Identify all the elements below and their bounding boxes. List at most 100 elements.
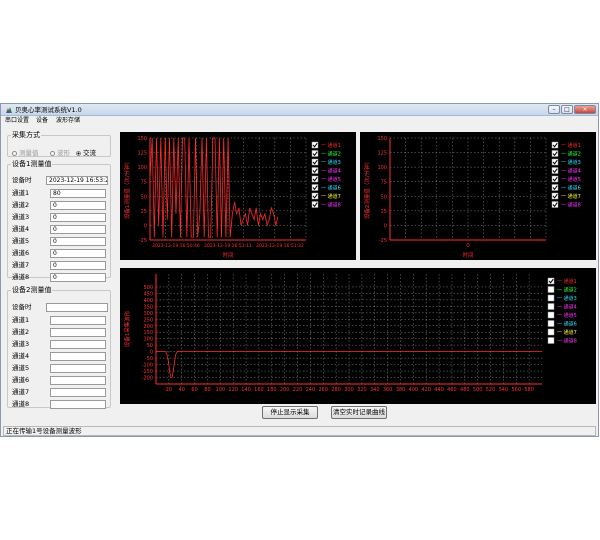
menu-waveform-storage[interactable]: 波形存储: [56, 116, 80, 125]
device1-channel-label: 通道5: [12, 237, 30, 245]
device2-channel-field[interactable]: [50, 316, 106, 325]
y-tick-label: 250: [143, 317, 153, 323]
legend-label: 一 通道6: [557, 321, 577, 328]
legend-label: 一 通道4: [561, 168, 581, 175]
stop-display-button[interactable]: 停止显示采集: [262, 406, 318, 419]
y-tick-label: 50: [147, 343, 153, 349]
x-tick-label: 540: [499, 387, 509, 393]
y-tick-label: 400: [143, 298, 153, 304]
title-bar: 贝奥心率测试系统V1.0 – □ ×: [1, 104, 598, 116]
device1-channel-field[interactable]: 0: [50, 261, 106, 270]
device1-channel-field[interactable]: 0: [50, 249, 106, 258]
y-tick-label: 300: [143, 311, 153, 317]
device2-channel-field[interactable]: [50, 376, 106, 385]
x-tick-label: 580: [524, 387, 534, 393]
x-tick-label: 80: [204, 387, 210, 393]
radio-waveform[interactable]: 波形: [50, 149, 70, 157]
device1-channel-field[interactable]: 0: [50, 213, 106, 222]
device2-channel-field[interactable]: [50, 400, 106, 409]
y-tick-label: -50: [145, 356, 153, 362]
device1-channel-field[interactable]: 0: [50, 273, 106, 282]
radio-measured-value[interactable]: 测量值: [12, 149, 39, 157]
x-tick-label: 180: [267, 387, 277, 393]
x-tick-label: 280: [331, 387, 341, 393]
close-button[interactable]: ×: [574, 105, 596, 114]
legend-label: 一 通道3: [321, 159, 341, 166]
device2-channel-label: 通道3: [12, 340, 30, 348]
y-tick-label: 75: [381, 180, 387, 186]
device2-channel-field[interactable]: [50, 388, 106, 397]
device1-channel-label: 通道3: [12, 213, 30, 221]
radio-dot-icon: [12, 150, 17, 156]
radio-ac[interactable]: 交流: [76, 149, 96, 157]
window-title: 贝奥心率测试系统V1.0: [15, 106, 82, 114]
y-tick-label: 25: [141, 209, 147, 215]
y-tick-label: 0: [144, 223, 147, 229]
x-tick-label: 200: [280, 387, 290, 393]
device1-channel-field[interactable]: 0: [50, 201, 106, 210]
device1-time-label: 设备时: [12, 176, 32, 184]
device1-channel-label: 通道4: [12, 225, 30, 233]
legend-checkbox: [547, 328, 555, 336]
x-tick-label: 440: [434, 387, 444, 393]
device2-channel-field[interactable]: [50, 352, 106, 361]
app-logo-icon: [6, 107, 12, 113]
device1-time-field[interactable]: 2023-12-19 16:53:24: [46, 176, 108, 185]
x-tick-label: 100: [216, 387, 226, 393]
y-tick-label: -200: [142, 376, 153, 382]
device1-channel-field[interactable]: 0: [50, 225, 106, 234]
x-tick-label: 40: [179, 387, 185, 393]
x-tick-label: 220: [293, 387, 303, 393]
menu-serial-settings[interactable]: 串口设置: [5, 116, 29, 125]
device2-channel-label: 通道2: [12, 328, 30, 336]
y-tick-label: -25: [379, 238, 387, 244]
legend-label: 一 通道1: [561, 142, 581, 149]
device2-channel-field[interactable]: [50, 328, 106, 337]
legend-checkbox: [547, 337, 555, 344]
device2-channel-label: 通道1: [12, 316, 30, 324]
clear-curves-button[interactable]: 清空实时记录曲线: [331, 406, 387, 419]
legend-label: 一 通道1: [557, 278, 577, 285]
device1-legend: 设备1测量值: [12, 160, 52, 168]
x-tick-label: 2023-12-19 16:51:32: [256, 243, 304, 249]
radio-dot-selected-icon: [76, 150, 81, 156]
x-tick-label: 240: [306, 387, 316, 393]
device1-waveform-chart[interactable]: -200-150-100-500501001502002503003504004…: [120, 268, 596, 404]
x-tick-label: 360: [383, 387, 393, 393]
app-window: 贝奥心率测试系统V1.0 – □ × 串口设置 设备 波形存储 采集方式 测量值…: [0, 103, 599, 437]
legend-label: 一 通道7: [557, 329, 577, 336]
device2-channel-field[interactable]: [50, 364, 106, 373]
y-tick-label: 350: [143, 304, 153, 310]
device1-channel-label: 通道8: [12, 273, 30, 281]
legend-label: 一 通道2: [321, 151, 341, 158]
x-tick-label: 120: [228, 387, 238, 393]
device1-channel-field[interactable]: 80: [50, 189, 106, 198]
y-tick-label: 75: [141, 180, 147, 186]
minimize-button[interactable]: –: [548, 105, 560, 114]
device2-channel-label: 通道6: [12, 376, 30, 384]
device1-channel-label: 通道2: [12, 201, 30, 209]
device2-channel-field[interactable]: [50, 340, 106, 349]
legend-checkbox: [547, 294, 555, 302]
legend-label: 一 通道8: [321, 202, 341, 209]
device2-measurement-chart[interactable]: -25 0 25 50 75 100 125 150 0 设备2测量值（次/分钟） 时间 一 通道1 一…: [360, 132, 596, 260]
device1-group: 设备1测量值 设备时 2023-12-19 16:53:24 通道1 80 通道…: [7, 160, 111, 282]
radio-measured-value-label: 测量值: [19, 149, 39, 157]
device2-channel-label: 通道4: [12, 352, 30, 360]
x-axis-label: 时间: [462, 251, 473, 259]
device2-time-field[interactable]: [46, 303, 108, 312]
radio-ac-label: 交流: [83, 149, 96, 157]
x-tick-label: 320: [357, 387, 367, 393]
y-tick-label: -25: [139, 238, 147, 244]
y-tick-label: -100: [142, 363, 153, 369]
device1-measurement-chart[interactable]: -25 0 25 50 75 100 125 150 2023-12-19 16:50:46 20…: [120, 132, 356, 260]
y-tick-label: 100: [377, 165, 387, 171]
maximize-button[interactable]: □: [561, 105, 573, 114]
device2-channel-label: 通道7: [12, 388, 30, 396]
menu-device[interactable]: 设备: [36, 116, 48, 125]
x-tick-label: 400: [409, 387, 419, 393]
legend-checkbox: [547, 286, 555, 293]
legend-label: 一 通道7: [561, 193, 581, 200]
device1-channel-field[interactable]: 0: [50, 237, 106, 246]
x-tick-label: 420: [421, 387, 431, 393]
